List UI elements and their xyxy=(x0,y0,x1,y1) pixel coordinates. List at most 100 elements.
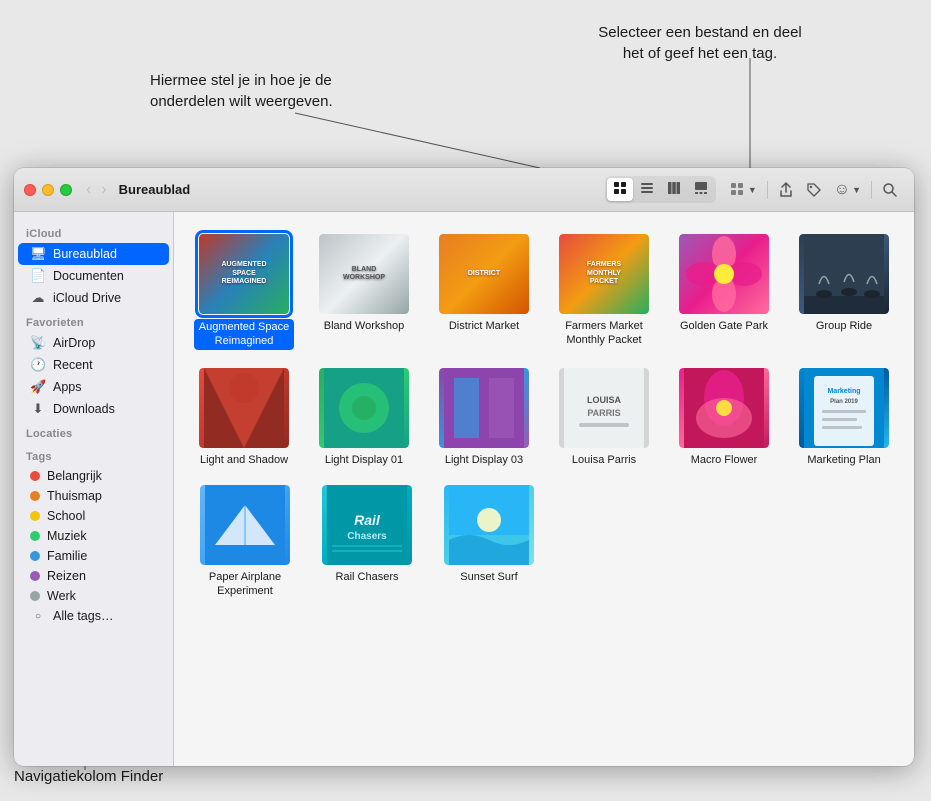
file-row-1: AUGMENTEDSPACEREIMAGINED Augmented Space… xyxy=(190,228,898,354)
sidebar-item-tag-familie[interactable]: Familie xyxy=(18,546,169,566)
file-thumb-augmented: AUGMENTEDSPACEREIMAGINED xyxy=(199,234,289,314)
file-thumb-rail: Rail Chasers xyxy=(322,485,412,565)
sidebar-item-tag-school[interactable]: School xyxy=(18,506,169,526)
file-label-golden: Golden Gate Park xyxy=(680,319,768,333)
group-button[interactable]: ▼ xyxy=(724,178,763,202)
tag-dot-yellow xyxy=(30,511,40,521)
back-button[interactable]: ‹ xyxy=(82,179,95,201)
finder-window: ‹ › Bureaublad xyxy=(14,168,914,766)
tag-button[interactable] xyxy=(800,178,828,202)
file-label-macro: Macro Flower xyxy=(691,453,758,467)
view-column-button[interactable] xyxy=(661,178,687,201)
tag-dot-blue xyxy=(30,551,40,561)
file-item-paper[interactable]: Paper Airplane Experiment xyxy=(190,479,300,603)
sidebar-item-tag-werk[interactable]: Werk xyxy=(18,586,169,606)
tag-dot-red xyxy=(30,471,40,481)
sidebar-item-tag-thuismap[interactable]: Thuismap xyxy=(18,486,169,506)
file-label-paper: Paper Airplane Experiment xyxy=(195,570,295,599)
svg-text:Plan 2019: Plan 2019 xyxy=(830,399,858,405)
svg-text:Chasers: Chasers xyxy=(347,531,387,542)
sidebar-item-tag-alle[interactable]: ○ Alle tags… xyxy=(18,606,169,626)
sidebar-item-apps[interactable]: 🚀 Apps xyxy=(18,376,169,398)
file-item-group[interactable]: Group Ride xyxy=(790,228,898,354)
file-item-rail[interactable]: Rail Chasers Rail Chasers xyxy=(312,479,422,603)
file-item-sunset[interactable]: Sunset Surf xyxy=(434,479,544,603)
view-gallery-button[interactable] xyxy=(688,178,714,201)
file-item-golden[interactable]: Golden Gate Park xyxy=(670,228,778,354)
sidebar-item-tag-reizen[interactable]: Reizen xyxy=(18,566,169,586)
file-label-light01: Light Display 01 xyxy=(325,453,403,467)
file-thumb-light03 xyxy=(439,368,529,448)
view-icon-button[interactable] xyxy=(607,178,633,201)
toolbar-separator-2 xyxy=(871,181,872,199)
main-area: iCloud 🖥 Bureaublad 📄 Documenten ☁ iClou… xyxy=(14,212,914,766)
airdrop-icon: 📡 xyxy=(30,335,46,351)
light03-svg xyxy=(444,368,524,448)
sidebar-item-airdrop[interactable]: 📡 AirDrop xyxy=(18,332,169,354)
search-button[interactable] xyxy=(876,178,904,202)
marketing-svg: Marketing Plan 2019 xyxy=(804,368,884,448)
traffic-lights xyxy=(24,184,72,196)
file-grid: AUGMENTEDSPACEREIMAGINED Augmented Space… xyxy=(174,212,914,766)
sidebar-item-bureaublad[interactable]: 🖥 Bureaublad xyxy=(18,243,169,265)
file-item-augmented[interactable]: AUGMENTEDSPACEREIMAGINED Augmented Space… xyxy=(190,228,298,354)
toolbar-separator-1 xyxy=(767,181,768,199)
minimize-button[interactable] xyxy=(42,184,54,196)
close-button[interactable] xyxy=(24,184,36,196)
file-thumb-paper xyxy=(200,485,290,565)
file-thumb-light01 xyxy=(319,368,409,448)
file-label-sunset: Sunset Surf xyxy=(460,570,517,584)
file-label-louisa: Louisa Parris xyxy=(572,453,636,467)
file-item-louisa[interactable]: LOUISA PARRIS Louisa Parris xyxy=(550,362,658,471)
file-item-bland[interactable]: BLANDWORKSHOP Bland Workshop xyxy=(310,228,418,354)
tag-dot-purple xyxy=(30,571,40,581)
file-label-group: Group Ride xyxy=(816,319,872,333)
file-thumb-marketing: Marketing Plan 2019 xyxy=(799,368,889,448)
macro-svg xyxy=(684,368,764,448)
sidebar-item-icloud-drive[interactable]: ☁ iCloud Drive xyxy=(18,287,169,309)
file-thumb-louisa: LOUISA PARRIS xyxy=(559,368,649,448)
file-item-light03[interactable]: Light Display 03 xyxy=(430,362,538,471)
clock-icon: 🕐 xyxy=(30,357,46,373)
tag-icon xyxy=(806,182,822,198)
sidebar-item-recent[interactable]: 🕐 Recent xyxy=(18,354,169,376)
file-item-district[interactable]: DISTRICT District Market xyxy=(430,228,538,354)
tag-dot-gray xyxy=(30,591,40,601)
search-icon xyxy=(882,182,898,198)
more-button[interactable]: ☺ ▼ xyxy=(828,177,867,203)
group-thumb-svg xyxy=(804,234,884,314)
view-mode-buttons xyxy=(605,176,716,203)
file-row-2: Light and Shadow Light Display 01 xyxy=(190,362,898,471)
column-icon xyxy=(667,181,681,195)
share-button[interactable] xyxy=(772,178,800,202)
tag-dot-green xyxy=(30,531,40,541)
file-item-marketing[interactable]: Marketing Plan 2019 Marketing Plan xyxy=(790,362,898,471)
sidebar-section-favorieten: Favorieten xyxy=(14,309,173,332)
sidebar-item-tag-muziek[interactable]: Muziek xyxy=(18,526,169,546)
gallery-icon xyxy=(694,181,708,195)
file-label-augmented: Augmented Space Reimagined xyxy=(194,319,294,350)
apps-icon: 🚀 xyxy=(30,379,46,395)
file-thumb-group xyxy=(799,234,889,314)
maximize-button[interactable] xyxy=(60,184,72,196)
sidebar-item-documenten[interactable]: 📄 Documenten xyxy=(18,265,169,287)
file-item-farmers[interactable]: FARMERSMONTHLYPACKET Farmers Market Mont… xyxy=(550,228,658,354)
forward-button[interactable]: › xyxy=(97,179,110,201)
file-thumb-farmers: FARMERSMONTHLYPACKET xyxy=(559,234,649,314)
sidebar-item-tag-belangrijk[interactable]: Belangrijk xyxy=(18,466,169,486)
svg-text:LOUISA: LOUISA xyxy=(587,395,622,405)
sidebar-item-downloads[interactable]: ⬇ Downloads xyxy=(18,398,169,420)
file-label-rail: Rail Chasers xyxy=(336,570,399,584)
cloud-icon: ☁ xyxy=(30,290,46,306)
louisa-svg: LOUISA PARRIS xyxy=(564,368,644,448)
svg-text:PARRIS: PARRIS xyxy=(587,408,620,418)
golden-thumb-svg xyxy=(684,234,764,314)
file-item-light01[interactable]: Light Display 01 xyxy=(310,362,418,471)
file-item-light-shadow[interactable]: Light and Shadow xyxy=(190,362,298,471)
file-item-macro[interactable]: Macro Flower xyxy=(670,362,778,471)
file-thumb-macro xyxy=(679,368,769,448)
rail-svg: Rail Chasers xyxy=(327,485,407,565)
sunset-svg xyxy=(449,485,529,565)
more-chevron: ▼ xyxy=(852,185,861,195)
view-list-button[interactable] xyxy=(634,178,660,201)
